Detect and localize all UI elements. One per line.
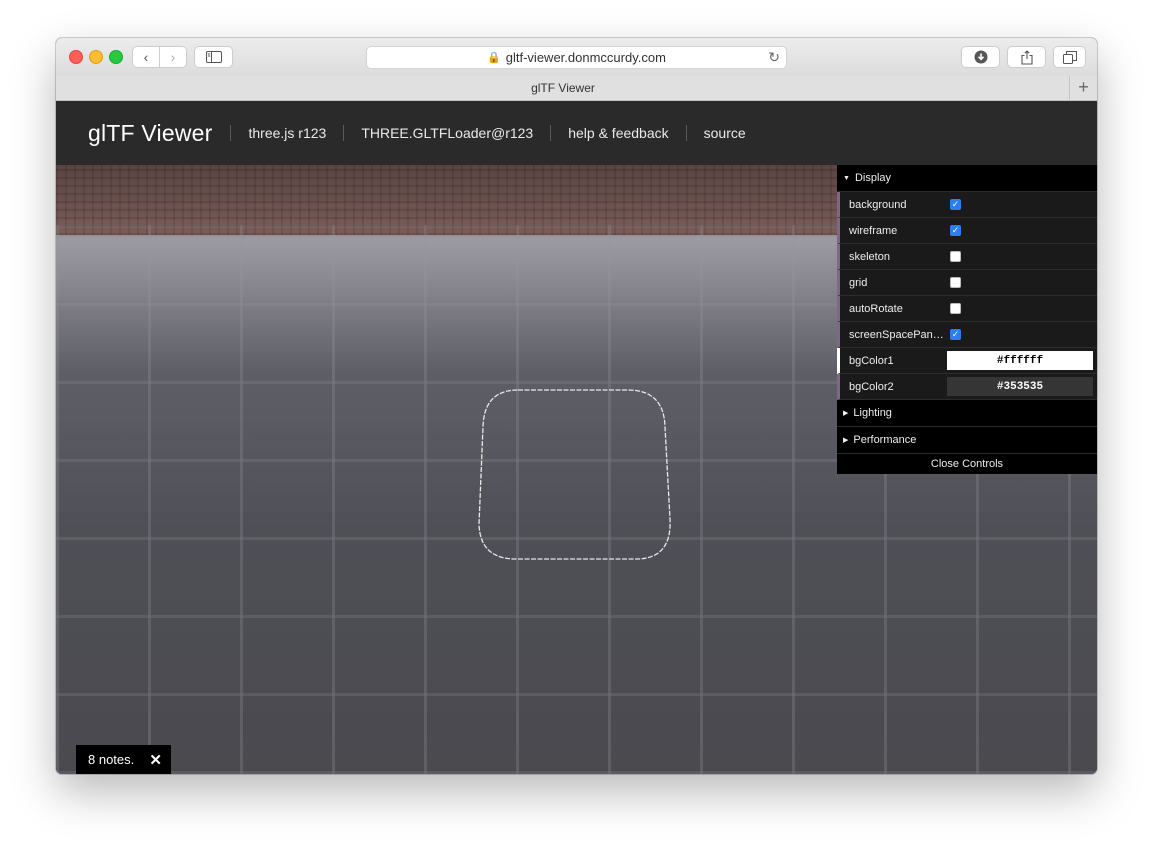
- control-row: wireframe ✓: [837, 218, 1097, 244]
- address-bar[interactable]: 🔒 gltf-viewer.donmccurdy.com ↻: [366, 46, 787, 69]
- control-label: grid: [849, 276, 868, 289]
- control-checkbox[interactable]: [950, 251, 961, 262]
- zoom-window-button[interactable]: [109, 50, 123, 64]
- notes-close-icon[interactable]: ✕: [149, 751, 162, 769]
- download-icon: [974, 50, 987, 64]
- link-source[interactable]: source: [685, 125, 763, 141]
- expanded-triangle-icon: ▼: [843, 174, 850, 182]
- share-icon: [1020, 49, 1033, 65]
- folder-performance[interactable]: ▶ Performance: [837, 427, 1097, 454]
- reload-icon[interactable]: ↻: [768, 49, 780, 66]
- control-checkbox[interactable]: [950, 277, 961, 288]
- close-controls-button[interactable]: Close Controls: [837, 454, 1097, 474]
- control-checkbox[interactable]: [950, 303, 961, 314]
- folder-performance-label: Performance: [853, 434, 917, 446]
- control-row: screenSpacePan… ✓: [837, 322, 1097, 348]
- link-gltfloader-version[interactable]: THREE.GLTFLoader@r123: [343, 125, 550, 141]
- bgcolor1-swatch[interactable]: #ffffff: [947, 351, 1093, 370]
- link-help-feedback[interactable]: help & feedback: [550, 125, 685, 141]
- sidebar-toggle-button[interactable]: [194, 46, 233, 68]
- control-label: skeleton: [849, 250, 890, 263]
- sidebar-icon: [205, 51, 222, 63]
- control-checkbox[interactable]: ✓: [950, 199, 961, 210]
- navigation-buttons: ‹ ›: [132, 46, 187, 68]
- control-row: grid: [837, 270, 1097, 296]
- controls-panel: ▼ Display background ✓ wireframe ✓ skeleton g…: [837, 165, 1097, 474]
- control-label: wireframe: [849, 224, 898, 237]
- tab-title[interactable]: glTF Viewer: [56, 81, 1070, 95]
- control-checkbox[interactable]: ✓: [950, 225, 961, 236]
- collapsed-triangle-icon: ▶: [843, 410, 849, 417]
- control-row: background ✓: [837, 192, 1097, 218]
- minimize-window-button[interactable]: [89, 50, 103, 64]
- bgcolor2-swatch[interactable]: #353535: [947, 377, 1093, 396]
- close-window-button[interactable]: [69, 50, 83, 64]
- browser-window: ‹ › 🔒 gltf-viewer.donmccurdy.com ↻ glTF …: [56, 38, 1097, 774]
- downloads-button[interactable]: [961, 46, 1000, 68]
- new-tab-button[interactable]: +: [1069, 76, 1097, 100]
- bgcolor2-row: bgColor2 #353535: [837, 374, 1097, 400]
- bgcolor2-label: bgColor2: [849, 380, 894, 393]
- collapsed-triangle-icon: ▶: [843, 437, 849, 444]
- browser-toolbar: ‹ › 🔒 gltf-viewer.donmccurdy.com ↻: [56, 38, 1097, 77]
- tab-overview-button[interactable]: [1053, 46, 1086, 68]
- control-row: autoRotate: [837, 296, 1097, 322]
- control-label: autoRotate: [849, 302, 903, 315]
- back-icon[interactable]: ‹: [133, 49, 159, 65]
- control-checkbox[interactable]: ✓: [950, 329, 961, 340]
- bgcolor1-label: bgColor1: [849, 354, 894, 367]
- model-wireframe: [478, 389, 671, 560]
- site-title[interactable]: glTF Viewer: [88, 120, 212, 147]
- site-header: glTF Viewer three.js r123 THREE.GLTFLoad…: [56, 101, 1097, 165]
- notes-badge: 8 notes. ✕: [76, 745, 171, 774]
- link-threejs-version[interactable]: three.js r123: [230, 125, 343, 141]
- control-row: skeleton: [837, 244, 1097, 270]
- folder-display[interactable]: ▼ Display: [837, 165, 1097, 192]
- bgcolor1-row: bgColor1 #ffffff: [837, 348, 1097, 374]
- share-button[interactable]: [1007, 46, 1046, 68]
- folder-display-label: Display: [854, 172, 892, 184]
- control-label: background: [849, 198, 907, 211]
- folder-lighting-label: Lighting: [853, 407, 892, 419]
- forward-icon[interactable]: ›: [160, 49, 186, 65]
- notes-text[interactable]: 8 notes.: [88, 752, 134, 767]
- tab-bar: glTF Viewer +: [56, 76, 1097, 101]
- lock-icon: 🔒: [487, 52, 501, 64]
- folder-lighting[interactable]: ▶ Lighting: [837, 400, 1097, 427]
- tabs-icon: [1062, 50, 1077, 64]
- control-label: screenSpacePan…: [849, 328, 944, 341]
- url-text: gltf-viewer.donmccurdy.com: [505, 50, 666, 65]
